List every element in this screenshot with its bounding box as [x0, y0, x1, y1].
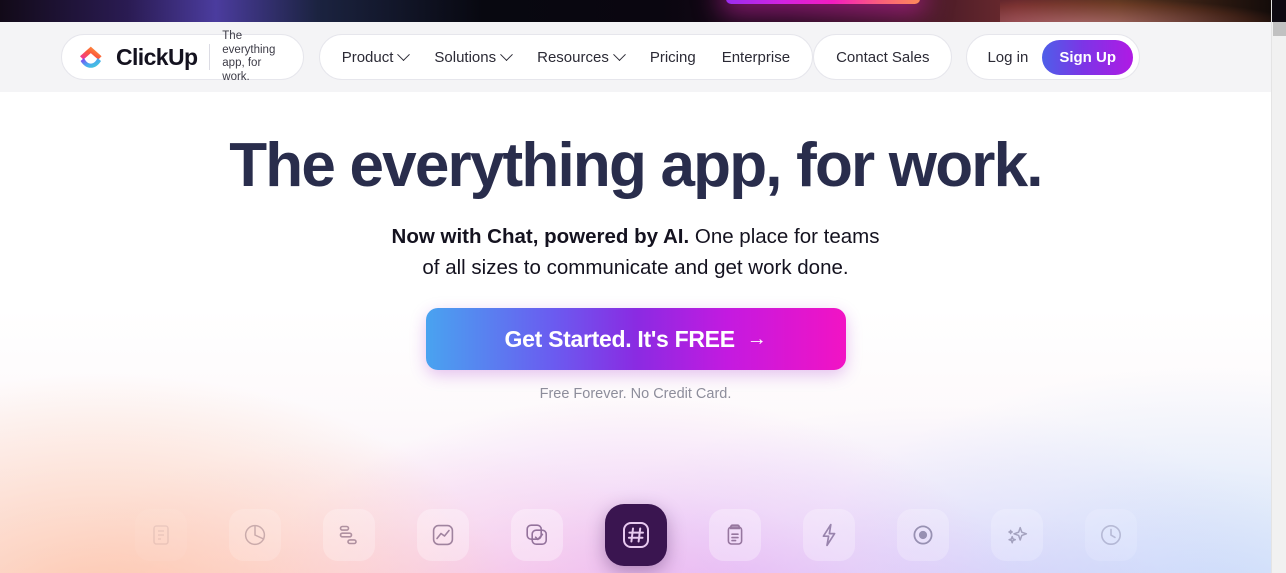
get-started-label: Get Started. It's FREE: [504, 325, 736, 352]
nav-item-solutions-label: Solutions: [434, 48, 497, 66]
automation-bolt-icon: [816, 522, 842, 548]
logo-tagline-line2: app, for work.: [222, 57, 262, 83]
chat-hash-icon: [619, 518, 653, 552]
page-title: The everything app, for work.: [229, 131, 1043, 200]
signup-button[interactable]: Sign Up: [1042, 39, 1133, 75]
feature-icon-time[interactable]: [1084, 509, 1137, 561]
record-target-icon: [910, 522, 936, 548]
chevron-down-icon: [397, 47, 411, 61]
feature-icon-gantt[interactable]: [322, 509, 375, 561]
hero-subtitle-line2: of all sizes to communicate and get work…: [422, 256, 849, 279]
browser-page: ClickUp The everything app, for work. Pr…: [0, 0, 1286, 573]
nav-item-solutions[interactable]: Solutions: [434, 47, 513, 66]
logo-tagline-line1: The everything: [222, 30, 276, 56]
tasks-check-icon: [524, 522, 550, 548]
nav-item-resources-label: Resources: [537, 48, 609, 66]
arrow-right-icon: →: [746, 327, 767, 350]
nav-item-enterprise-label: Enterprise: [721, 48, 791, 66]
chevron-down-icon: [500, 47, 513, 61]
contact-sales-button[interactable]: Contact Sales: [813, 34, 953, 80]
nav-item-enterprise[interactable]: Enterprise: [722, 49, 790, 66]
nav-item-pricing[interactable]: Pricing: [650, 49, 696, 66]
line-chart-icon: [430, 522, 456, 548]
login-link[interactable]: Log in: [987, 49, 1028, 66]
auth-pill: Log in Sign Up: [966, 34, 1140, 80]
hero-subtitle-rest: One place for teams: [689, 225, 880, 248]
get-started-button[interactable]: Get Started. It's FREE →: [425, 308, 846, 370]
gantt-icon: [336, 522, 362, 548]
nav-item-pricing-label: Pricing: [649, 48, 696, 66]
scrollbar-top-cap: [1272, 0, 1286, 22]
feature-icon-docs[interactable]: [134, 509, 187, 561]
feature-icon-ai[interactable]: [990, 509, 1043, 561]
nav-item-product-label: Product: [341, 48, 394, 66]
logo-pill[interactable]: ClickUp The everything app, for work.: [61, 30, 304, 83]
feature-icon-row: [0, 504, 1271, 566]
docs-icon: [149, 523, 173, 547]
feature-icon-line-chart[interactable]: [416, 509, 469, 561]
feature-icon-tasks[interactable]: [510, 509, 563, 561]
vertical-scrollbar[interactable]: [1271, 0, 1286, 573]
chevron-down-icon: [612, 47, 626, 61]
main-navigation: Product Solutions Resources Pricing Ente…: [318, 34, 814, 80]
feature-icon-automation[interactable]: [802, 509, 855, 561]
feature-icon-chat[interactable]: [604, 504, 667, 566]
logo-divider: [209, 44, 211, 70]
nav-item-product[interactable]: Product: [341, 47, 411, 66]
feature-icon-pie-chart[interactable]: [228, 509, 281, 561]
ai-sparkles-icon: [1004, 522, 1030, 548]
header-actions: Contact Sales Log in Sign Up: [813, 34, 1140, 80]
logo-tagline: The everything app, for work.: [222, 30, 286, 84]
feature-icon-clipboard[interactable]: [708, 509, 761, 561]
hero-subtitle: Now with Chat, powered by AI. One place …: [0, 221, 1271, 283]
nav-item-resources[interactable]: Resources: [537, 47, 626, 66]
feature-icon-record[interactable]: [896, 509, 949, 561]
cta-fineprint: Free Forever. No Credit Card.: [539, 386, 732, 402]
hero-subtitle-bold: Now with Chat, powered by AI.: [391, 225, 690, 248]
site-header: ClickUp The everything app, for work. Pr…: [0, 22, 1271, 92]
pie-chart-icon: [242, 522, 268, 548]
time-clock-icon: [1098, 522, 1124, 548]
contact-sales-label: Contact Sales: [836, 48, 930, 66]
clipboard-icon: [722, 522, 748, 548]
cta-wrapper: Get Started. It's FREE →: [0, 308, 1271, 370]
clickup-logo-icon: [78, 45, 104, 69]
logo-wordmark: ClickUp: [116, 43, 198, 70]
